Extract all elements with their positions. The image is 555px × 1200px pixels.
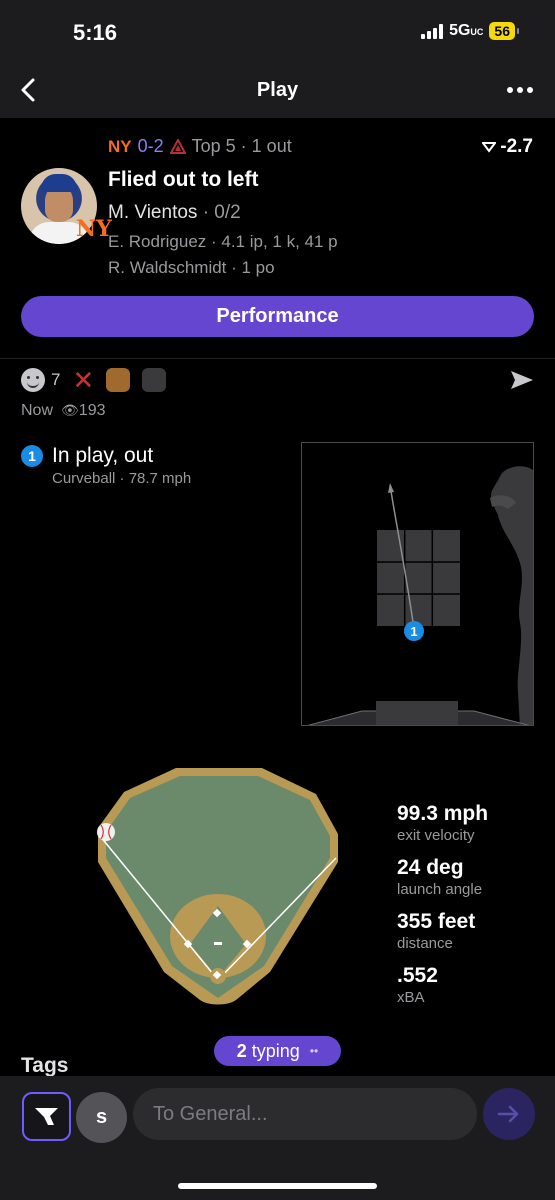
bear-reaction-icon[interactable] xyxy=(106,368,131,392)
pitcher-reaction-icon[interactable] xyxy=(142,368,167,392)
batter-line: M. Vientos · 0/2 xyxy=(108,202,241,223)
diamondbacks-logo-icon xyxy=(169,138,186,154)
user-avatar-button[interactable]: s xyxy=(76,1092,127,1143)
mets-logo-icon: NY xyxy=(108,136,132,156)
reactions-bar: 7 ✕ xyxy=(21,367,167,393)
score: 0-2 xyxy=(137,136,164,156)
stat-label: xBA xyxy=(397,989,425,1006)
stat-value: .552 xyxy=(397,964,438,987)
battery-icon: 56 xyxy=(489,22,519,40)
home-indicator xyxy=(178,1183,377,1189)
signal-icon xyxy=(421,23,444,39)
stat-distance: 355 feet distance xyxy=(397,910,488,952)
wpa: -2.7 xyxy=(482,136,533,158)
inning: Top 5 · 1 out xyxy=(191,136,292,156)
typing-count: 2 xyxy=(236,1040,247,1061)
fielder-line[interactable]: R. Waldschmidt · 1 po xyxy=(108,258,275,278)
arrow-right-icon xyxy=(497,1105,519,1123)
network-label: 5GUC xyxy=(449,22,484,39)
team-logo-icon: NY xyxy=(76,216,112,242)
message-composer: s xyxy=(0,1076,555,1200)
app-logo-icon xyxy=(35,1108,58,1125)
eye-icon: 👁 xyxy=(61,402,79,418)
post-meta: Now 👁193 xyxy=(21,402,106,420)
views: 👁193 xyxy=(61,402,106,419)
strike-zone-chart: 1 xyxy=(301,442,534,726)
strike-zone-svg: 1 xyxy=(307,466,533,725)
status-time: 5:16 xyxy=(73,20,118,45)
performance-button[interactable]: Performance xyxy=(21,296,534,337)
batted-ball-stats: 99.3 mph exit velocity 24 deg launch ang… xyxy=(397,802,488,1018)
stat-launch-angle: 24 deg launch angle xyxy=(397,856,488,898)
status-indicators: 5GUC 56 xyxy=(421,22,519,40)
typing-dots-icon: •• xyxy=(309,1044,319,1058)
more-options-icon[interactable] xyxy=(507,78,535,102)
reaction-count: 7 xyxy=(51,370,61,389)
app-menu-button[interactable] xyxy=(22,1092,71,1141)
send-button[interactable] xyxy=(483,1088,535,1140)
stat-value: 24 deg xyxy=(397,856,464,879)
stat-value: 355 feet xyxy=(397,910,476,933)
page-title: Play xyxy=(256,79,299,101)
batter-name[interactable]: M. Vientos xyxy=(108,202,197,223)
nav-bar: Play xyxy=(0,62,555,118)
play-title: Flied out to left xyxy=(108,168,259,191)
stat-label: exit velocity xyxy=(397,827,475,844)
stat-exit-velocity: 99.3 mph exit velocity xyxy=(397,802,488,844)
divider xyxy=(0,358,555,359)
pitch-marker-label: 1 xyxy=(410,624,417,639)
tags-heading: Tags xyxy=(21,1054,69,1077)
post-time: Now xyxy=(21,402,54,419)
stat-value: 99.3 mph xyxy=(397,802,489,825)
stat-xba: .552 xBA xyxy=(397,964,488,1006)
stat-label: distance xyxy=(397,935,453,952)
typing-indicator[interactable]: 2 typing •• xyxy=(214,1036,341,1066)
status-bar: 5:16 5GUC 56 xyxy=(0,0,555,62)
x-reaction-icon[interactable]: ✕ xyxy=(72,367,94,393)
pitch-number-badge: 1 xyxy=(21,445,43,467)
pitch-result: In play, out xyxy=(52,444,154,467)
trend-down-icon xyxy=(482,142,497,153)
typing-label: typing xyxy=(251,1040,300,1061)
smile-reaction-icon[interactable] xyxy=(21,368,45,392)
pitch-type: Curveball · 78.7 mph xyxy=(52,470,192,487)
stat-label: launch angle xyxy=(397,881,483,898)
play-meta: NY 0-2 Top 5 · 1 out xyxy=(108,136,292,157)
share-icon[interactable] xyxy=(509,368,535,392)
pitcher-line[interactable]: E. Rodriguez · 4.1 ip, 1 k, 41 p xyxy=(108,232,338,252)
baseball-icon xyxy=(97,823,115,841)
spray-chart xyxy=(97,768,338,1005)
message-input[interactable] xyxy=(133,1088,477,1140)
